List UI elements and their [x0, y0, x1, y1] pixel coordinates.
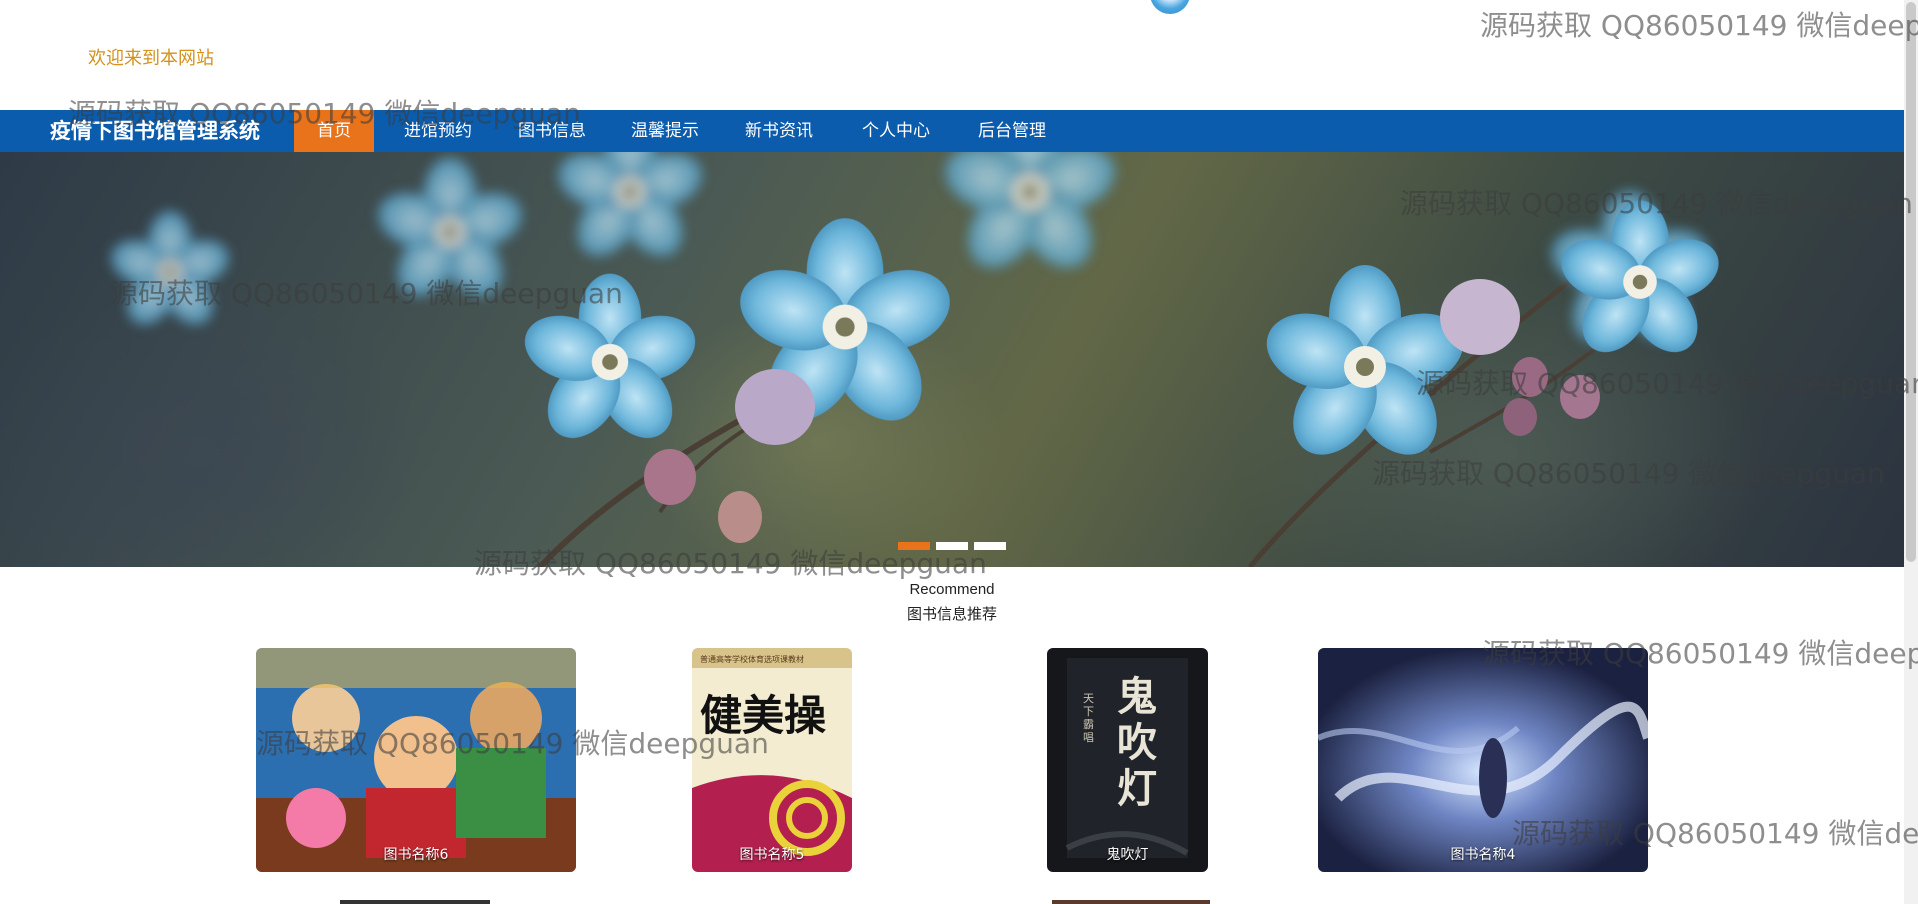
top-bar: 欢迎来到本网站	[0, 0, 1904, 110]
section-title-cn: 图书信息推荐	[906, 605, 997, 623]
fitness-title: 健美操	[700, 691, 827, 740]
banner-flowers-image	[105, 152, 1727, 567]
book-name: 图书名称6	[383, 847, 449, 863]
book-card[interactable]: 鬼吹灯 天下霸唱 鬼吹灯	[1047, 648, 1208, 872]
nav-tips[interactable]: 温馨提示	[608, 110, 722, 152]
book-name: 图书名称4	[1450, 847, 1516, 863]
carousel-dot-2[interactable]	[936, 542, 968, 550]
section-title-en: Recommend	[909, 581, 995, 598]
avatar[interactable]	[1150, 0, 1190, 14]
nav-visit-reservation[interactable]: 进馆预约	[381, 110, 495, 152]
nav-personal-center[interactable]: 个人中心	[839, 110, 953, 152]
nav-book-info[interactable]: 图书信息	[495, 110, 609, 152]
page-scrollbar[interactable]	[1904, 0, 1918, 904]
carousel-dot-3[interactable]	[974, 542, 1006, 550]
book-name: 图书名称5	[739, 847, 805, 863]
carousel-dot-1[interactable]	[898, 542, 930, 550]
banner-carousel[interactable]	[0, 152, 1904, 567]
next-row-card-edge	[1052, 900, 1210, 904]
nav-home[interactable]: 首页	[294, 110, 374, 152]
book-card[interactable]: 普通高等学校体育选项课教材 健美操 图书名称5	[692, 648, 852, 872]
nav-new-books[interactable]: 新书资讯	[722, 110, 836, 152]
novel-title: 鬼吹灯	[1117, 674, 1157, 812]
novel-author: 天下霸唱	[1083, 692, 1094, 744]
nav-admin[interactable]: 后台管理	[955, 110, 1069, 152]
next-row-card-edge	[340, 900, 490, 904]
welcome-text: 欢迎来到本网站	[88, 48, 214, 69]
site-brand[interactable]: 疫情下图书馆管理系统	[50, 110, 260, 152]
book-card[interactable]: 图书名称6	[256, 648, 576, 872]
fantasy-art-cover-icon	[1318, 648, 1648, 872]
scrollbar-thumb[interactable]	[1906, 2, 1916, 562]
book-name: 鬼吹灯	[1106, 847, 1149, 863]
main-navbar: 疫情下图书馆管理系统 首页 进馆预约 图书信息 温馨提示 新书资讯 个人中心 后…	[0, 110, 1904, 152]
book-card[interactable]: 图书名称4	[1318, 648, 1648, 872]
fitness-subtitle: 普通高等学校体育选项课教材	[700, 655, 804, 664]
anime-crew-cover-icon	[256, 648, 576, 872]
